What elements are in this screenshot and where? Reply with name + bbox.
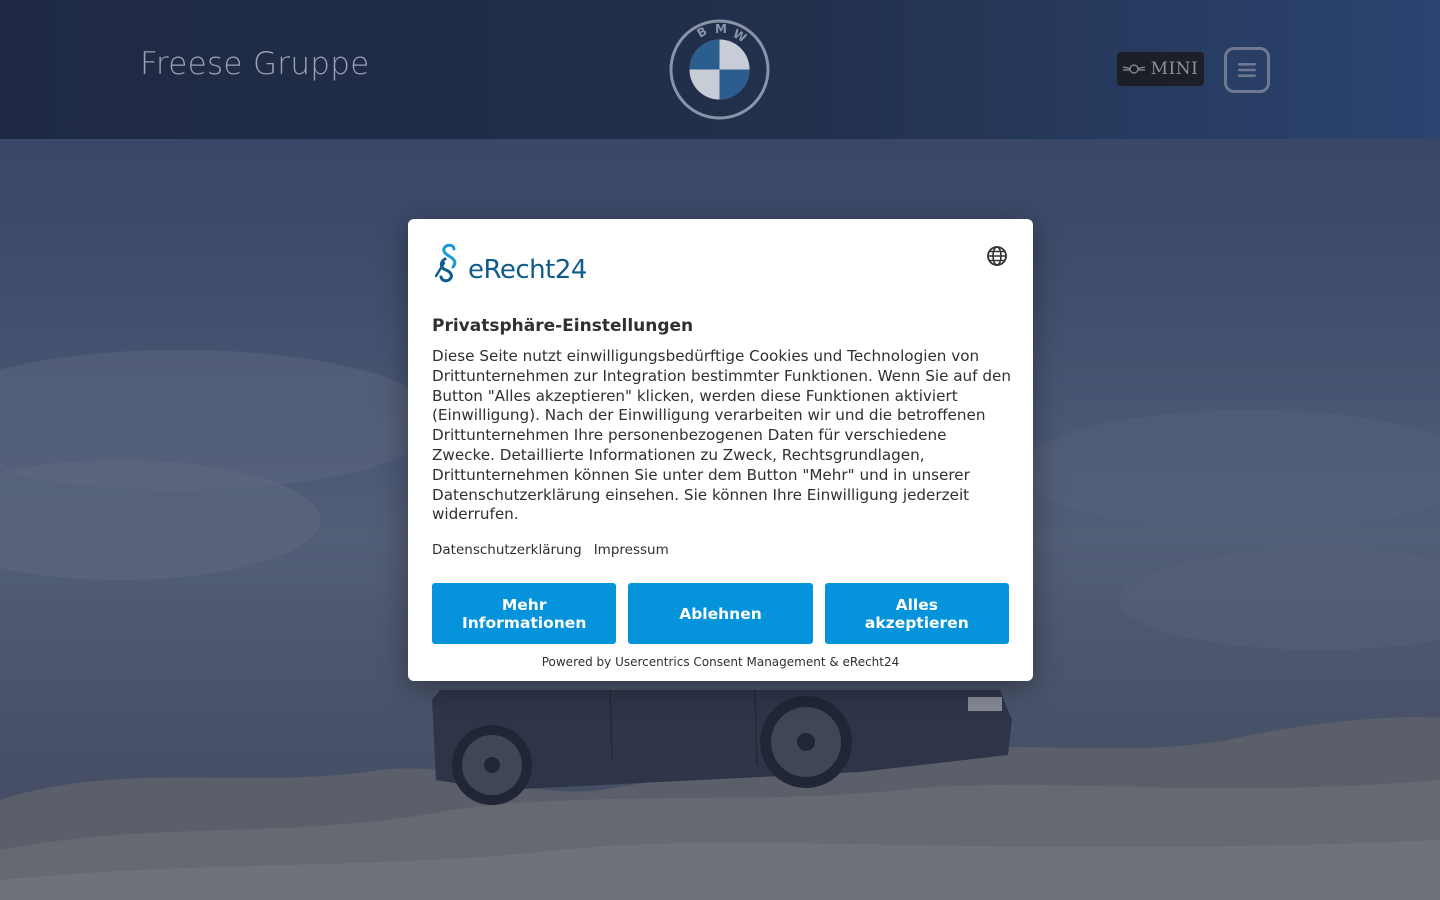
menu-button[interactable] (1224, 47, 1270, 93)
more-info-button[interactable]: Mehr Informationen (432, 583, 617, 644)
imprint-link[interactable]: Impressum (594, 542, 669, 558)
deny-button[interactable]: Ablehnen (628, 583, 813, 644)
erecht24-logo: eRecht24 (432, 243, 587, 283)
logo-text: eRecht24 (468, 255, 587, 285)
consent-buttons: Mehr Informationen Ablehnen Alles akzept… (432, 583, 1009, 644)
mini-label: MINI (1150, 59, 1199, 79)
powered-by-text: Powered by Usercentrics Consent Manageme… (541, 655, 900, 669)
mini-wing-icon (1122, 64, 1145, 74)
hamburger-icon (1238, 63, 1256, 77)
legal-links: Datenschutzerklärung Impressum (432, 542, 669, 558)
brand-name[interactable]: Freese Gruppe (140, 46, 370, 82)
dialog-description: Diese Seite nutzt einwilligungsbedürftig… (432, 347, 1011, 524)
language-globe-icon[interactable] (986, 245, 1008, 267)
consent-dialog: eRecht24 Privatsphäre-Einstellungen Dies… (408, 219, 1033, 681)
dialog-title: Privatsphäre-Einstellungen (432, 316, 694, 336)
mini-brand-link[interactable]: MINI (1117, 52, 1204, 86)
section-sign-icon (434, 243, 457, 283)
privacy-policy-link[interactable]: Datenschutzerklärung (432, 542, 582, 558)
bmw-letter-b: B (695, 24, 710, 41)
site-header: Freese Gruppe B M W MINI (0, 0, 1440, 139)
bmw-letter-m: M (715, 22, 727, 36)
bmw-logo-icon[interactable]: B M W (669, 19, 770, 120)
accept-all-button[interactable]: Alles akzeptieren (824, 583, 1009, 644)
